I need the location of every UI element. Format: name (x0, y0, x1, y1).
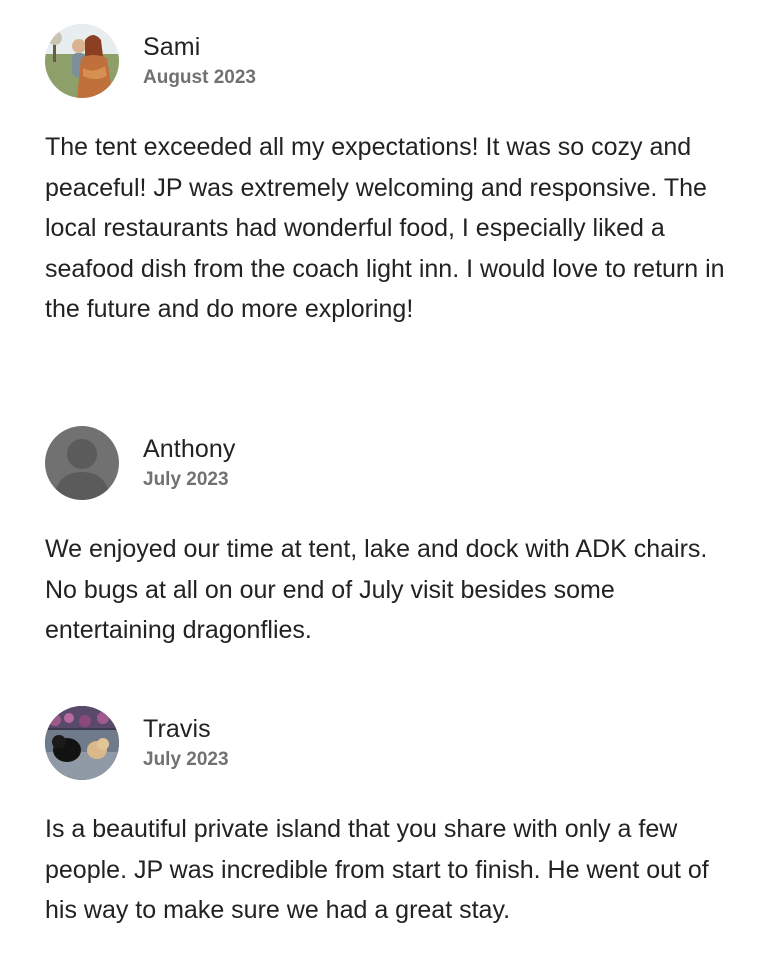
reviewer-name: Anthony (143, 435, 236, 463)
review-header: Sami August 2023 (45, 24, 735, 100)
review-date: July 2023 (143, 749, 229, 770)
review-item: Travis July 2023 Is a beautiful private … (45, 706, 735, 924)
review-text: We enjoyed our time at tent, lake and do… (45, 535, 708, 644)
avatar-photo-icon (45, 24, 119, 98)
reviewer-avatar[interactable] (45, 24, 119, 98)
review-item: Anthony July 2023 We enjoyed our time at… (45, 426, 735, 644)
reviewer-name: Travis (143, 715, 211, 743)
review-text: The tent exceeded all my expectations! I… (45, 133, 725, 323)
review-date: July 2023 (143, 469, 229, 490)
default-user-icon (45, 426, 119, 500)
review-date: August 2023 (143, 67, 256, 88)
reviewer-name: Sami (143, 33, 201, 61)
review-item: Sami August 2023 The tent exceeded all m… (45, 24, 735, 323)
reviewer-avatar[interactable] (45, 426, 119, 500)
reviewer-avatar[interactable] (45, 706, 119, 780)
avatar-photo-icon (45, 706, 119, 780)
review-header: Anthony July 2023 (45, 426, 735, 502)
review-header: Travis July 2023 (45, 706, 735, 782)
review-text: Is a beautiful private island that you s… (45, 815, 709, 924)
